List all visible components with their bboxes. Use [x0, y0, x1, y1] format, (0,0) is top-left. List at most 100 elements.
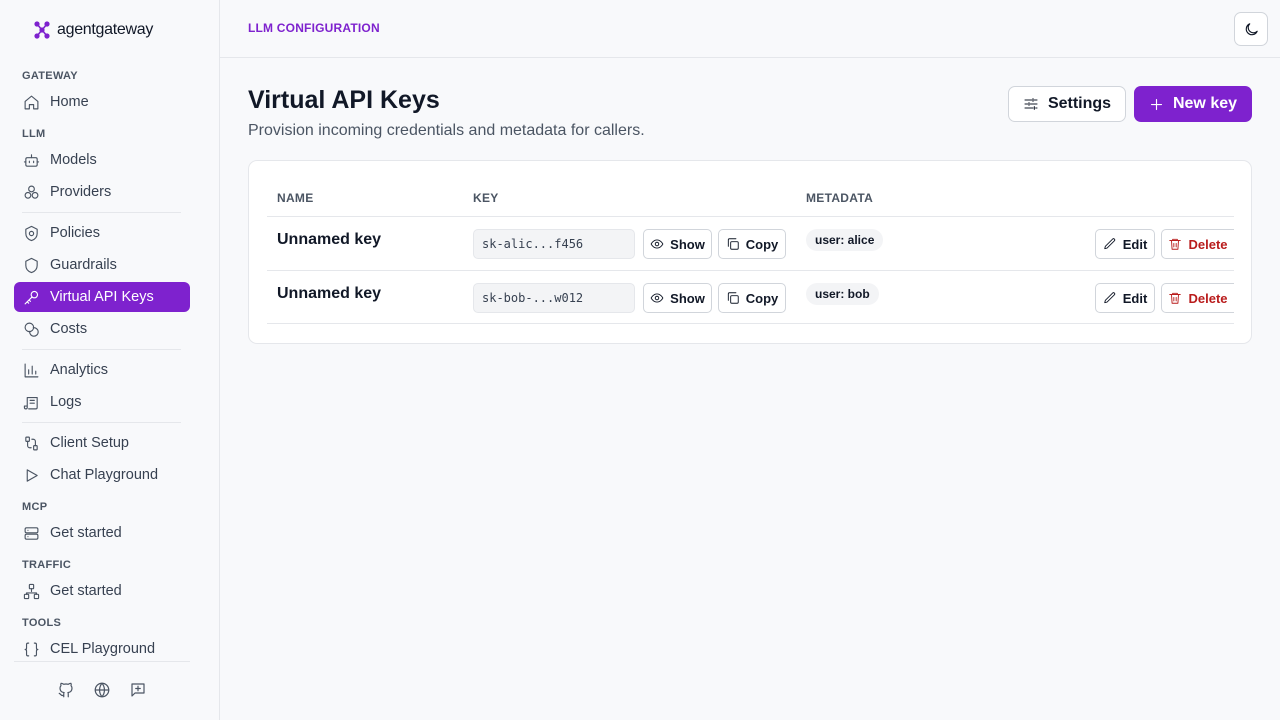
sidebar-divider	[22, 212, 181, 213]
delete-key-button[interactable]: Delete	[1161, 229, 1234, 259]
copy-key-button[interactable]: Copy	[718, 229, 786, 259]
globe-icon[interactable]	[93, 681, 111, 699]
column-header-name: NAME	[277, 191, 314, 205]
settings-button[interactable]: Settings	[1008, 86, 1126, 122]
section-label-traffic: TRAFFIC	[22, 559, 72, 571]
sidebar-item-logs[interactable]: Logs	[14, 387, 190, 417]
sidebar-item-cel-playground[interactable]: CEL Playground	[14, 634, 190, 664]
column-header-metadata: METADATA	[806, 191, 874, 205]
delete-label: Delete	[1188, 290, 1228, 306]
sidebar-item-models[interactable]: Models	[14, 145, 190, 175]
agentgateway-logo-icon	[34, 21, 50, 39]
moon-icon	[1245, 22, 1258, 35]
copy-label: Copy	[745, 290, 779, 306]
trash-icon	[1169, 292, 1182, 304]
sidebar: agentgateway GATEWAY Home LLM Models Pro…	[0, 0, 220, 720]
settings-label: Settings	[1047, 95, 1112, 112]
show-key-button[interactable]: Show	[643, 229, 712, 259]
copy-key-button[interactable]: Copy	[718, 283, 786, 313]
sidebar-item-guardrails[interactable]: Guardrails	[14, 250, 190, 280]
section-label-llm: LLM	[22, 128, 46, 140]
sidebar-item-label: Home	[50, 94, 89, 110]
page-title: Virtual API Keys	[248, 86, 440, 114]
section-label-tools: TOOLS	[22, 617, 62, 629]
breadcrumb: LLM CONFIGURATION	[248, 21, 380, 35]
pencil-icon	[1104, 238, 1115, 250]
show-key-button[interactable]: Show	[643, 283, 712, 313]
copy-icon	[727, 238, 739, 250]
scroll-icon	[23, 396, 38, 409]
network-icon	[23, 583, 40, 599]
theme-toggle-button[interactable]	[1234, 12, 1268, 46]
trash-icon	[1169, 238, 1182, 250]
new-key-label: New key	[1172, 95, 1238, 112]
sliders-icon	[1024, 98, 1038, 110]
edit-label: Edit	[1122, 236, 1148, 252]
sidebar-item-analytics[interactable]: Analytics	[14, 355, 190, 385]
section-label-mcp: MCP	[22, 501, 48, 513]
column-header-key: KEY	[473, 191, 499, 205]
metadata-badge: user: bob	[806, 283, 879, 305]
play-icon	[26, 468, 38, 482]
sidebar-item-client-setup[interactable]: Client Setup	[14, 428, 190, 458]
section-label-gateway: GATEWAY	[22, 70, 78, 82]
table-row: Unnamed key sk-bob-...w012 Show Copy use…	[267, 270, 1234, 324]
key-name: Unnamed key	[277, 231, 382, 248]
sidebar-footer	[57, 681, 147, 699]
bot-icon	[23, 153, 40, 167]
copy-icon	[727, 292, 739, 304]
brand-logo[interactable]: agentgateway	[33, 20, 153, 40]
edit-key-button[interactable]: Edit	[1095, 283, 1155, 313]
sidebar-item-providers[interactable]: Providers	[14, 177, 190, 207]
braces-icon	[24, 642, 39, 656]
plus-icon	[1150, 98, 1163, 110]
sidebar-item-label: Get started	[50, 525, 122, 541]
sidebar-item-mcp-get-started[interactable]: Get started	[14, 518, 190, 548]
home-icon	[24, 95, 39, 109]
cable-icon	[25, 436, 38, 450]
edit-key-button[interactable]: Edit	[1095, 229, 1155, 259]
brand-name: agentgateway	[57, 21, 154, 38]
eye-icon	[650, 293, 664, 303]
github-icon[interactable]	[57, 681, 75, 699]
sidebar-item-label: Client Setup	[50, 435, 129, 451]
new-key-button[interactable]: New key	[1134, 86, 1252, 122]
sidebar-divider	[22, 422, 181, 423]
sidebar-item-virtual-api-keys[interactable]: Virtual API Keys	[14, 282, 190, 312]
feedback-icon[interactable]	[129, 681, 147, 699]
bar-chart-icon	[24, 363, 39, 377]
sidebar-item-policies[interactable]: Policies	[14, 218, 190, 248]
top-bar: LLM CONFIGURATION	[220, 0, 1280, 58]
sidebar-item-label: Models	[50, 152, 97, 168]
eye-icon	[650, 239, 664, 249]
edit-label: Edit	[1122, 290, 1148, 306]
sidebar-item-chat-playground[interactable]: Chat Playground	[14, 460, 190, 490]
sidebar-item-home[interactable]: Home	[14, 87, 190, 117]
delete-label: Delete	[1188, 236, 1228, 252]
sidebar-item-label: Providers	[50, 184, 112, 200]
shield-icon	[25, 257, 38, 273]
sidebar-item-traffic-get-started[interactable]: Get started	[14, 576, 190, 606]
sidebar-item-label: CEL Playground	[50, 641, 156, 657]
sidebar-item-label: Policies	[50, 225, 100, 241]
policy-icon	[25, 225, 38, 241]
sidebar-item-costs[interactable]: Costs	[14, 314, 190, 344]
keys-table-card: NAME KEY METADATA Unnamed key sk-alic...…	[248, 160, 1252, 344]
key-value: sk-bob-...w012	[473, 283, 635, 313]
key-name: Unnamed key	[277, 285, 382, 302]
metadata-badge: user: alice	[806, 229, 884, 251]
boxes-icon	[24, 185, 39, 199]
delete-key-button[interactable]: Delete	[1161, 283, 1234, 313]
sidebar-item-label: Costs	[50, 321, 88, 337]
page-subtitle: Provision incoming credentials and metad…	[248, 122, 645, 139]
sidebar-divider	[22, 349, 181, 350]
key-icon	[24, 290, 39, 304]
pencil-icon	[1104, 292, 1115, 304]
coins-icon	[24, 322, 39, 337]
sidebar-item-label: Analytics	[50, 362, 109, 378]
sidebar-item-label: Logs	[50, 394, 82, 410]
table-row: Unnamed key sk-alic...f456 Show Copy use…	[267, 216, 1234, 270]
sidebar-item-label: Chat Playground	[50, 467, 159, 483]
show-label: Show	[670, 290, 705, 306]
key-value: sk-alic...f456	[473, 229, 635, 259]
